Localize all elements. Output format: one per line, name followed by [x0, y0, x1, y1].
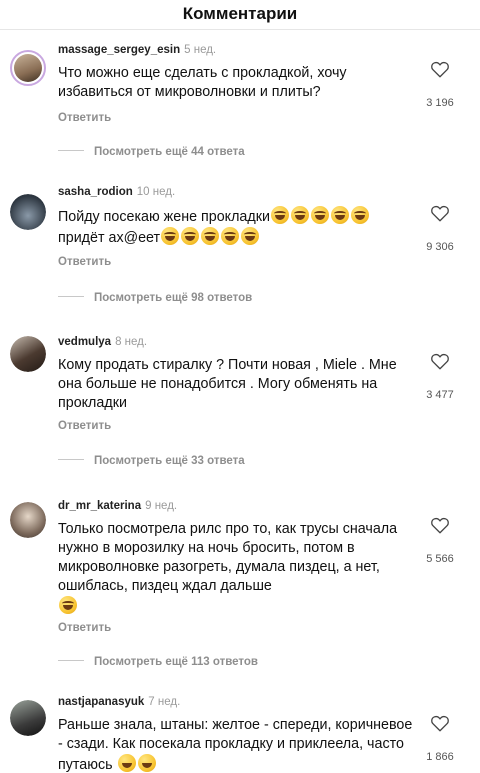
comment-text: Только посмотрела рилс про то, как трусы… [58, 520, 420, 617]
avatar[interactable] [10, 502, 46, 538]
reply-button[interactable]: Ответить [58, 622, 111, 634]
username[interactable]: dr_mr_katerina [58, 500, 141, 512]
like-control[interactable]: 9 306 [420, 204, 460, 253]
laughing-emoji-icon [201, 227, 220, 245]
like-count: 9 306 [426, 241, 454, 253]
laughing-emoji-icon [181, 227, 200, 245]
avatar[interactable] [10, 336, 46, 372]
reply-button[interactable]: Ответить [58, 420, 111, 432]
like-count: 3 477 [426, 389, 454, 401]
avatar[interactable] [10, 194, 46, 230]
avatar[interactable] [10, 700, 46, 736]
like-control[interactable]: 5 566 [420, 516, 460, 565]
header: Комментарии [0, 0, 480, 30]
heart-outline-icon[interactable] [430, 352, 450, 370]
username[interactable]: massage_sergey_esin [58, 44, 180, 56]
laughing-emoji-icon [241, 227, 260, 245]
confused-emoji-icon [137, 754, 156, 772]
like-count: 5 566 [426, 553, 454, 565]
laughing-emoji-icon [270, 206, 289, 224]
reply-button[interactable]: Ответить [58, 112, 111, 124]
heart-outline-icon[interactable] [430, 204, 450, 222]
reply-button[interactable]: Ответить [58, 256, 111, 268]
laughing-emoji-icon [290, 206, 309, 224]
laughing-emoji-icon [310, 206, 329, 224]
laughing-emoji-icon [350, 206, 369, 224]
comment-meta: massage_sergey_esin 5 нед. [58, 44, 216, 56]
comment-meta: nastjapanasyuk 7 нед. [58, 696, 180, 708]
like-control[interactable]: 3 196 [420, 60, 460, 109]
page-title: Комментарии [182, 4, 298, 23]
laughing-emoji-icon [161, 227, 180, 245]
heart-outline-icon[interactable] [430, 516, 450, 534]
comment-time: 9 нед. [145, 500, 178, 512]
laughing-emoji-icon [330, 206, 349, 224]
comment-meta: dr_mr_katerina 9 нед. [58, 500, 177, 512]
username[interactable]: vedmulya [58, 336, 111, 348]
comment-time: 5 нед. [184, 44, 217, 56]
like-control[interactable]: 3 477 [420, 352, 460, 401]
like-control[interactable]: 1 866 [420, 714, 460, 763]
view-replies-button[interactable]: Посмотреть ещё 98 ответов [58, 292, 252, 304]
username[interactable]: nastjapanasyuk [58, 696, 144, 708]
comment-text: Что можно еще сделать с прокладкой, хочу… [58, 65, 347, 100]
comment-time: 8 нед. [115, 336, 148, 348]
heart-outline-icon[interactable] [430, 60, 450, 78]
comment-text: Раньше знала, штаны: желтое - спереди, к… [58, 717, 413, 773]
like-count: 3 196 [426, 97, 454, 109]
comment-text: Пойду посекаю жене прокладки придёт ах@е… [58, 206, 420, 248]
avatar[interactable] [10, 50, 46, 86]
comment-text: Кому продать стиралку ? Почти новая , Mi… [58, 357, 397, 411]
view-replies-button[interactable]: Посмотреть ещё 33 ответа [58, 455, 245, 467]
view-replies-button[interactable]: Посмотреть ещё 44 ответа [58, 146, 245, 158]
laughing-emoji-icon [221, 227, 240, 245]
username[interactable]: sasha_rodion [58, 186, 133, 198]
comment-meta: sasha_rodion 10 нед. [58, 186, 175, 198]
like-count: 1 866 [426, 751, 454, 763]
comment-time: 7 нед. [148, 696, 181, 708]
comment-meta: vedmulya 8 нед. [58, 336, 147, 348]
comment-time: 10 нед. [136, 186, 176, 198]
view-replies-button[interactable]: Посмотреть ещё 113 ответов [58, 656, 258, 668]
thinking-emoji-icon [117, 754, 136, 772]
heart-outline-icon[interactable] [430, 714, 450, 732]
laughing-emoji-icon [59, 596, 77, 614]
